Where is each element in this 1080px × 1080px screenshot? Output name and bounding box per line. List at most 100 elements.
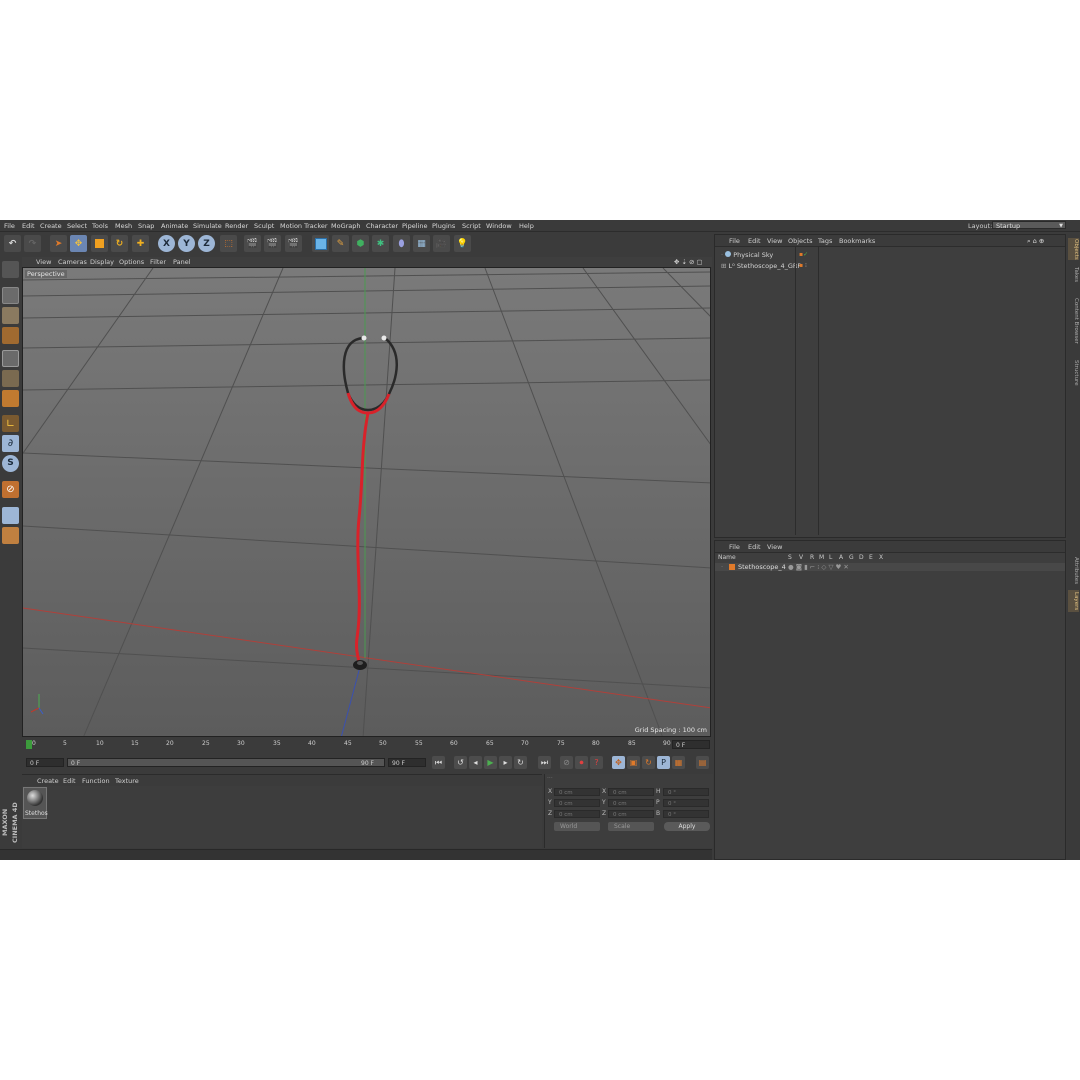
light-button[interactable]: 💡 <box>454 235 471 252</box>
start-frame-field[interactable]: 0 F <box>26 758 64 767</box>
lm-menu-view[interactable]: View <box>767 543 782 551</box>
polygons-mode-button[interactable] <box>2 390 19 407</box>
previous-key-button[interactable]: ↺ <box>454 756 467 769</box>
menu-motion-tracker[interactable]: Motion Tracker <box>280 222 328 230</box>
tab-takes[interactable]: Takes <box>1068 266 1079 284</box>
key-scale-button[interactable]: ▣ <box>627 756 640 769</box>
3d-viewport[interactable]: Perspective Grid Spacing : 100 cm <box>22 267 711 737</box>
locked-workplane-button[interactable]: ⊘ <box>2 481 19 498</box>
menu-tools[interactable]: Tools <box>92 222 108 230</box>
next-frame-button[interactable]: ▸ <box>499 756 512 769</box>
om-menu-view[interactable]: View <box>767 237 782 245</box>
menu-simulate[interactable]: Simulate <box>193 222 222 230</box>
render-settings-button[interactable]: 🎬 <box>285 235 302 252</box>
pos-z-field[interactable]: 0 cm <box>554 810 600 818</box>
layer-color-swatch[interactable] <box>729 564 735 570</box>
last-tool-button[interactable]: ✚ <box>132 235 149 252</box>
camera-button[interactable]: 🎥 <box>433 235 450 252</box>
object-row-stethoscope-grp[interactable]: ⊞ L⁰ Stethoscope_4_GRP <box>721 262 801 270</box>
undo-button[interactable]: ↶ <box>4 235 21 252</box>
layer-flag-icons[interactable]: ● ◙ ▮ ⌐ ⁝ ◇ ▽ ♥ ✕ <box>788 563 849 571</box>
pos-x-field[interactable]: 0 cm <box>554 788 600 796</box>
menu-edit[interactable]: Edit <box>22 222 35 230</box>
make-editable-button[interactable] <box>2 261 19 278</box>
vp-menu-filter[interactable]: Filter <box>150 258 166 266</box>
pos-y-field[interactable]: 0 cm <box>554 799 600 807</box>
mat-menu-edit[interactable]: Edit <box>63 777 76 785</box>
size-mode-dropdown[interactable]: Scale <box>608 822 654 831</box>
apply-button[interactable]: Apply <box>664 822 710 831</box>
vp-menu-display[interactable]: Display <box>90 258 114 266</box>
expand-icon[interactable]: ⊞ <box>721 262 726 270</box>
object-row-physical-sky[interactable]: · Physical Sky <box>721 251 773 259</box>
layer-tag-icon[interactable]: ▪ ⁝ <box>799 262 807 269</box>
om-menu-file[interactable]: File <box>729 237 740 245</box>
key-position-button[interactable]: ✥ <box>612 756 625 769</box>
texture-mode-button[interactable] <box>2 307 19 324</box>
move-tool-button[interactable]: ✥ <box>70 235 87 252</box>
size-z-field[interactable]: 0 cm <box>608 810 654 818</box>
sky-tags[interactable]: ▪✓ <box>799 251 808 258</box>
menu-render[interactable]: Render <box>225 222 248 230</box>
edges-mode-button[interactable] <box>2 370 19 387</box>
tab-structure[interactable]: Structure <box>1068 358 1079 388</box>
om-menu-edit[interactable]: Edit <box>748 237 761 245</box>
menu-file[interactable]: File <box>4 222 15 230</box>
tab-attributes[interactable]: Attributes <box>1068 556 1079 586</box>
live-selection-button[interactable]: ➤ <box>50 235 67 252</box>
render-picture-viewer-button[interactable]: 🎬 <box>264 235 281 252</box>
model-mode-button[interactable] <box>2 287 19 304</box>
vp-menu-panel[interactable]: Panel <box>173 258 191 266</box>
menu-select[interactable]: Select <box>67 222 87 230</box>
cloner-button[interactable]: ✱ <box>372 235 389 252</box>
lm-menu-edit[interactable]: Edit <box>748 543 761 551</box>
key-rotation-button[interactable]: ↻ <box>642 756 655 769</box>
mat-menu-texture[interactable]: Texture <box>115 777 139 785</box>
solo-button[interactable] <box>2 527 19 544</box>
planar-workplane-button[interactable] <box>2 507 19 524</box>
vp-menu-options[interactable]: Options <box>119 258 144 266</box>
next-key-button[interactable]: ↻ <box>514 756 527 769</box>
rot-b-field[interactable]: 0 ° <box>663 810 709 818</box>
menu-sculpt[interactable]: Sculpt <box>254 222 274 230</box>
lm-menu-file[interactable]: File <box>729 543 740 551</box>
menu-mesh[interactable]: Mesh <box>115 222 132 230</box>
menu-window[interactable]: Window <box>486 222 512 230</box>
pen-spline-button[interactable]: ✎ <box>332 235 349 252</box>
floor-button[interactable]: ▦ <box>413 235 430 252</box>
viewport-nav-icons[interactable]: ✥ ⇣ ⊘ ▢ <box>674 258 703 266</box>
menu-snap[interactable]: Snap <box>138 222 154 230</box>
om-menu-tags[interactable]: Tags <box>818 237 832 245</box>
axis-mode-button[interactable]: ∟ <box>2 415 19 432</box>
redo-button[interactable]: ↷ <box>24 235 41 252</box>
z-axis-lock-button[interactable]: Z <box>198 235 215 252</box>
mat-menu-create[interactable]: Create <box>37 777 59 785</box>
menu-help[interactable]: Help <box>519 222 534 230</box>
menu-mograph[interactable]: MoGraph <box>331 222 361 230</box>
scale-tool-button[interactable] <box>91 235 108 252</box>
vp-menu-view[interactable]: View <box>36 258 51 266</box>
render-view-button[interactable]: 🎬 <box>244 235 261 252</box>
menu-script[interactable]: Script <box>462 222 481 230</box>
workplane-mode-button[interactable] <box>2 327 19 344</box>
size-x-field[interactable]: 0 cm <box>608 788 654 796</box>
rot-h-field[interactable]: 0 ° <box>663 788 709 796</box>
menu-plugins[interactable]: Plugins <box>432 222 455 230</box>
menu-pipeline[interactable]: Pipeline <box>402 222 427 230</box>
keyframe-selection-button[interactable]: ? <box>590 756 603 769</box>
y-axis-lock-button[interactable]: Y <box>178 235 195 252</box>
autokeying-button[interactable]: ⏺ <box>575 756 588 769</box>
tab-content-browser[interactable]: Content Browser <box>1068 290 1079 352</box>
timeline-window-button[interactable]: ▤ <box>696 756 709 769</box>
om-menu-objects[interactable]: Objects <box>788 237 813 245</box>
record-keys-button[interactable]: ⊘ <box>560 756 573 769</box>
menu-animate[interactable]: Animate <box>161 222 188 230</box>
go-to-start-button[interactable]: ⏮ <box>432 756 445 769</box>
om-menu-bookmarks[interactable]: Bookmarks <box>839 237 875 245</box>
tab-objects[interactable]: Objects <box>1068 238 1079 260</box>
size-y-field[interactable]: 0 cm <box>608 799 654 807</box>
coord-mode-dropdown[interactable]: World <box>554 822 600 831</box>
layout-dropdown[interactable]: Startup ▼ <box>992 221 1066 230</box>
rot-p-field[interactable]: 0 ° <box>663 799 709 807</box>
end-frame-field[interactable]: 90 F <box>388 758 426 767</box>
